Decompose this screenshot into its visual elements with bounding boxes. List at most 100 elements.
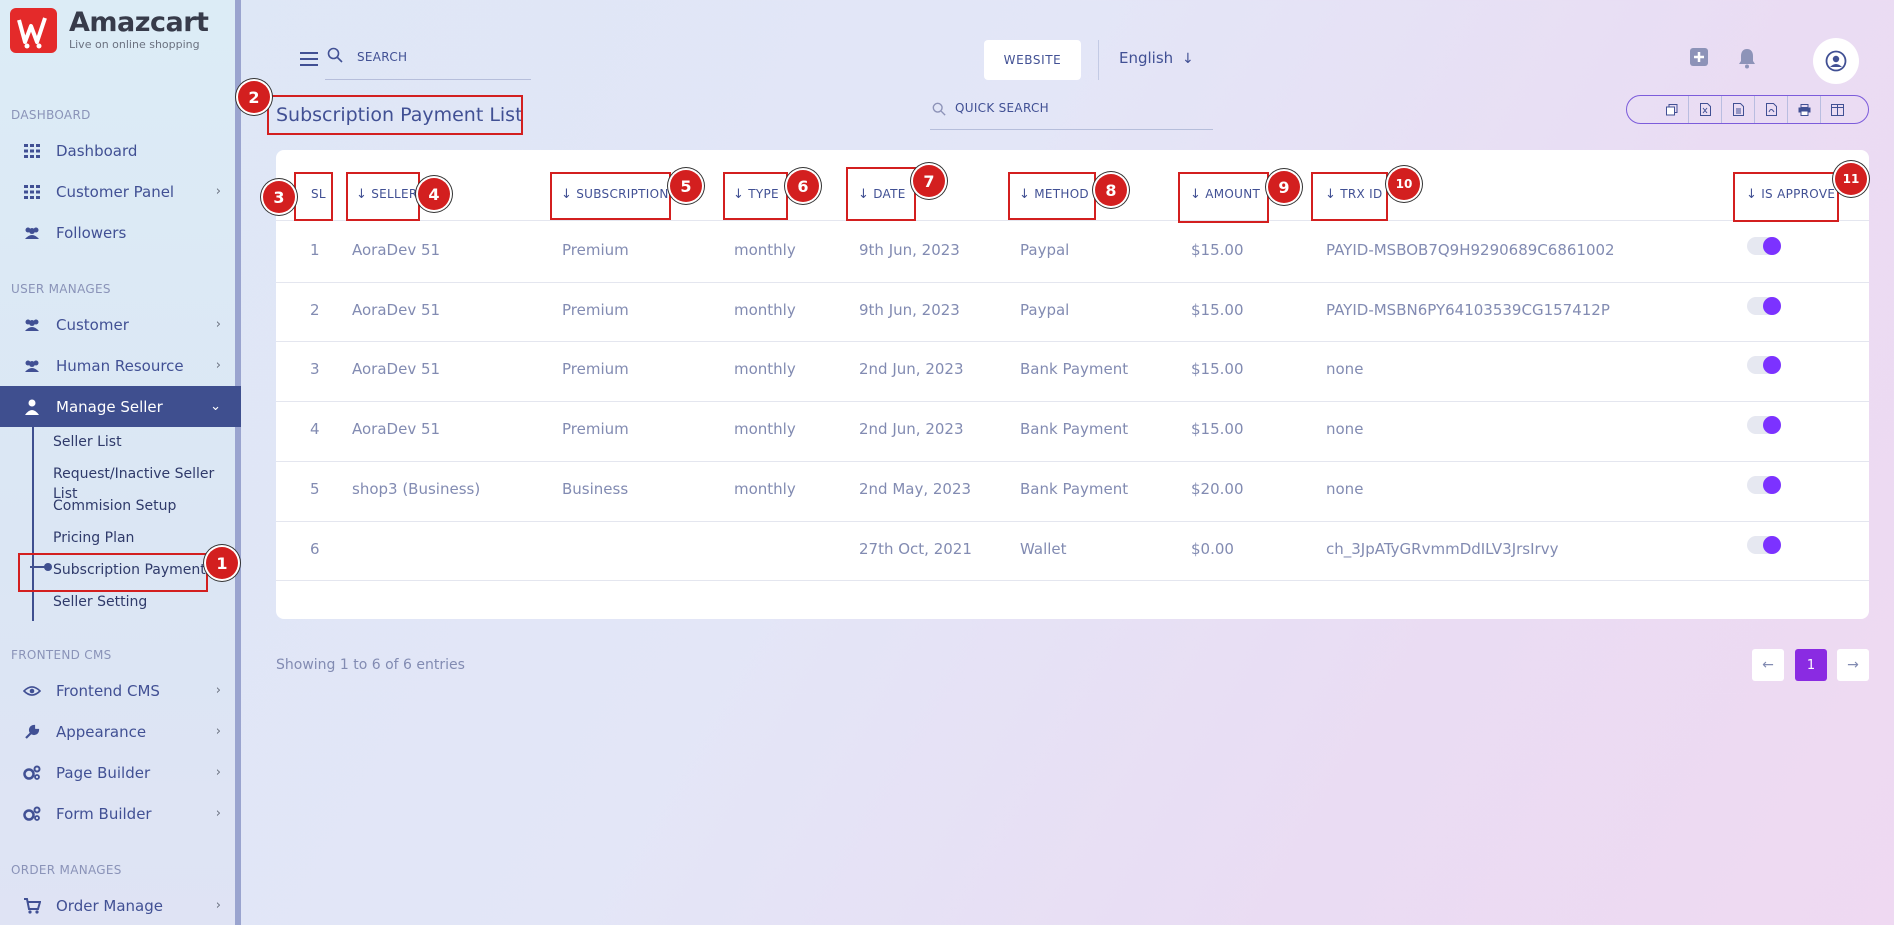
annotation-badge-9: 9 [1268, 171, 1300, 203]
section-dashboard: DASHBOARD [11, 108, 91, 122]
arrow-right-icon: → [1847, 657, 1859, 673]
chevron-right-icon: › [215, 724, 221, 739]
cell-trx-id: none [1326, 420, 1364, 439]
cell-subscription: Premium [562, 300, 629, 319]
search-icon [327, 47, 343, 67]
cell-amount: $15.00 [1191, 360, 1244, 379]
sidebar-item-page-builder[interactable]: Page Builder › [0, 752, 241, 793]
cell-subscription: Premium [562, 420, 629, 439]
brand-logo [10, 8, 57, 53]
chevron-right-icon: › [215, 898, 221, 913]
submenu-seller-list[interactable]: Seller List [53, 432, 122, 452]
language-selector[interactable]: English ↓ [1119, 49, 1194, 67]
users-icon [22, 356, 42, 376]
sidebar-item-label: Order Manage [56, 896, 163, 915]
row-divider [276, 281, 1869, 283]
approve-toggle[interactable] [1747, 237, 1781, 255]
sidebar: Amazcart Live on online shopping DASHBOA… [0, 0, 241, 925]
cell-sl: 6 [310, 539, 320, 558]
users-icon [22, 223, 42, 243]
submenu-commision-setup[interactable]: Commision Setup [53, 496, 176, 516]
export-toolbar [1626, 95, 1869, 124]
cell-method: Bank Payment [1020, 479, 1129, 498]
sidebar-item-form-builder[interactable]: Form Builder › [0, 793, 241, 834]
language-label: English [1119, 49, 1174, 67]
sidebar-item-human-resource[interactable]: Human Resource › [0, 345, 241, 386]
cell-trx-id: PAYID-MSBOB7Q9H9290689C6861002 [1326, 241, 1615, 259]
columns-icon[interactable] [1820, 96, 1853, 123]
search-icon [932, 101, 946, 120]
add-icon[interactable] [1689, 47, 1711, 69]
cell-amount: $20.00 [1191, 479, 1244, 498]
approve-toggle[interactable] [1747, 475, 1781, 494]
page-button-1[interactable]: 1 [1795, 649, 1827, 681]
grid-icon [22, 182, 42, 202]
search-input[interactable]: SEARCH [325, 44, 531, 80]
submenu-seller-setting[interactable]: Seller Setting [53, 592, 147, 612]
cell-type: monthly [734, 241, 796, 259]
brand[interactable]: Amazcart Live on online shopping [10, 7, 209, 53]
brand-tagline: Live on online shopping [69, 38, 200, 51]
print-icon[interactable] [1787, 96, 1820, 123]
sidebar-item-frontend-cms[interactable]: Frontend CMS › [0, 670, 241, 711]
quick-search-input[interactable]: QUICK SEARCH [930, 96, 1213, 130]
csv-icon[interactable] [1721, 96, 1754, 123]
row-divider [276, 460, 1869, 462]
annotation-badge-8: 8 [1095, 174, 1127, 206]
cell-subscription: Premium [562, 241, 629, 259]
cell-trx-id: none [1326, 360, 1364, 379]
sidebar-item-label: Dashboard [56, 141, 138, 160]
menu-toggle-icon[interactable] [300, 52, 318, 70]
submenu-pricing-plan[interactable]: Pricing Plan [53, 528, 134, 548]
chevron-right-icon: › [215, 683, 221, 698]
section-frontend-cms: FRONTEND CMS [11, 648, 112, 662]
copy-icon[interactable] [1655, 96, 1688, 123]
approve-toggle[interactable] [1747, 356, 1781, 375]
arrow-left-icon: ← [1762, 657, 1774, 673]
cell-type: monthly [734, 360, 796, 379]
sidebar-item-customer[interactable]: Customer › [0, 304, 241, 345]
cell-subscription: Premium [562, 360, 629, 379]
sidebar-item-label: Form Builder [56, 804, 152, 823]
cell-sl: 1 [310, 241, 320, 259]
pdf-icon[interactable] [1754, 96, 1787, 123]
sidebar-item-customer-panel[interactable]: Customer Panel › [0, 171, 241, 212]
row-divider [276, 401, 1869, 403]
section-user-manages: USER MANAGES [11, 282, 111, 296]
prev-page-button[interactable]: ← [1752, 649, 1784, 681]
annotation-badge-1: 1 [206, 547, 238, 579]
approve-toggle[interactable] [1747, 296, 1781, 315]
annotation-box-6 [723, 172, 788, 220]
cell-seller: AoraDev 51 [352, 300, 441, 319]
approve-toggle[interactable] [1747, 535, 1781, 554]
cell-type: monthly [734, 300, 796, 319]
next-page-button[interactable]: → [1837, 649, 1869, 681]
cell-method: Paypal [1020, 300, 1070, 319]
excel-icon[interactable] [1688, 96, 1721, 123]
sidebar-item-manage-seller[interactable]: Manage Seller ⌄ [0, 386, 241, 427]
chevron-right-icon: › [215, 806, 221, 821]
cell-date: 2nd May, 2023 [859, 479, 972, 498]
sidebar-item-followers[interactable]: Followers [0, 212, 241, 253]
avatar[interactable] [1813, 38, 1859, 84]
sidebar-item-order-manage[interactable]: Order Manage › [0, 885, 241, 925]
sidebar-item-dashboard[interactable]: Dashboard [0, 130, 241, 171]
brand-name: Amazcart [69, 7, 209, 38]
sidebar-item-label: Appearance [56, 722, 147, 741]
cell-sl: 4 [310, 420, 320, 439]
cell-method: Wallet [1020, 539, 1067, 558]
annotation-box-7 [846, 167, 916, 221]
bell-icon[interactable] [1737, 47, 1759, 69]
users-icon [22, 315, 42, 335]
website-button[interactable]: WEBSITE [984, 40, 1081, 80]
annotation-badge-4: 4 [418, 178, 450, 210]
sidebar-item-appearance[interactable]: Appearance › [0, 711, 241, 752]
cell-method: Paypal [1020, 241, 1070, 259]
annotation-box-5 [550, 172, 671, 220]
cell-type: monthly [734, 479, 796, 498]
approve-toggle[interactable] [1747, 416, 1781, 435]
submenu-request-inactive-seller-list[interactable]: Request/Inactive Seller List [53, 464, 235, 502]
sidebar-item-label: Followers [56, 223, 127, 242]
annotation-badge-3: 3 [263, 181, 295, 213]
annotation-badge-10: 10 [1388, 168, 1420, 200]
